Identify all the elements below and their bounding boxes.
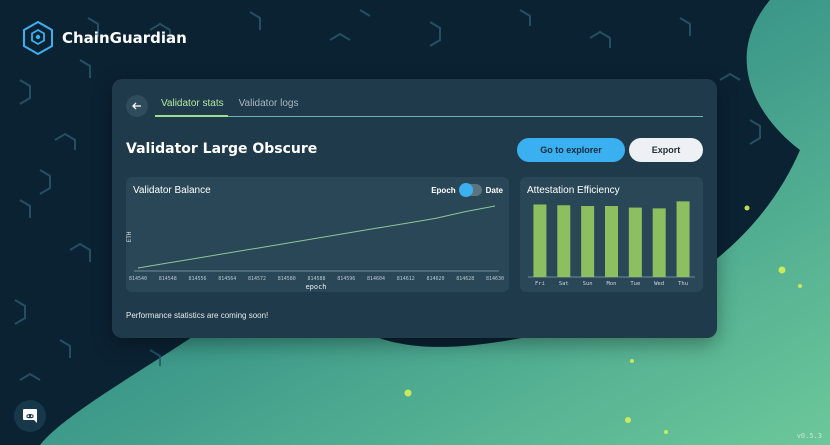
export-button[interactable]: Export xyxy=(629,138,703,162)
attestation-x-tick-label: Wed xyxy=(654,281,664,287)
balance-chart: ETH epoch 814540 814548 814556 814564 814572 81… xyxy=(126,205,504,291)
active-tab-indicator xyxy=(155,115,228,117)
page-title: Validator Large Obscure xyxy=(126,141,318,157)
attestation-x-tick-label: Tue xyxy=(630,281,640,287)
balance-x-tick-label: 814564 xyxy=(218,276,236,282)
balance-x-tick-label: 814540 xyxy=(129,276,147,282)
attestation-bar xyxy=(557,205,571,277)
balance-x-tick-label: 814604 xyxy=(367,276,385,282)
discord-icon xyxy=(23,409,37,423)
balance-series-line xyxy=(137,205,496,269)
app-title: ChainGuardian xyxy=(62,29,187,47)
balance-x-tick-label: 814580 xyxy=(278,276,296,282)
balance-x-tick-label: 814548 xyxy=(159,276,177,282)
attestation-x-tick-label: Sat xyxy=(559,281,569,287)
coming-soon-note: Performance statistics are coming soon! xyxy=(126,311,269,320)
attestation-efficiency-panel: Attestation Efficiency Fri Sat Sun Mon Tue We… xyxy=(520,177,703,292)
validator-balance-panel: Validator Balance Epoch Date ETH epoch 814… xyxy=(126,177,509,292)
balance-x-tick-label: 814556 xyxy=(188,276,206,282)
app-logo: ChainGuardian xyxy=(22,21,187,55)
balance-x-tick-label: 814588 xyxy=(307,276,325,282)
discord-button[interactable] xyxy=(14,400,46,432)
tab-bar: Validator stats Validator logs xyxy=(161,98,298,116)
tabs-divider xyxy=(155,116,703,117)
attestation-bar xyxy=(652,208,666,277)
attestation-x-tick-label: Fri xyxy=(535,281,545,287)
attestation-bar xyxy=(533,204,547,277)
tab-validator-stats[interactable]: Validator stats xyxy=(161,98,224,116)
attestation-bar xyxy=(605,206,618,277)
go-to-explorer-button[interactable]: Go to explorer xyxy=(517,138,625,162)
balance-x-tick-label: 814596 xyxy=(337,276,355,282)
balance-x-tick-label: 814620 xyxy=(426,276,444,282)
attestation-x-tick-label: Mon xyxy=(607,281,617,287)
balance-x-axis-label: epoch xyxy=(305,283,326,291)
chainguardian-logo-icon xyxy=(23,21,53,55)
attestation-x-tick-label: Thu xyxy=(678,281,688,287)
balance-x-tick-label: 814572 xyxy=(248,276,266,282)
attestation-bar xyxy=(676,201,690,277)
tab-validator-logs[interactable]: Validator logs xyxy=(239,98,299,116)
app-version: v0.5.3 xyxy=(796,432,822,440)
attestation-x-tick-label: Sun xyxy=(583,281,593,287)
balance-x-tick-label: 814628 xyxy=(456,276,474,282)
attestation-bar xyxy=(628,207,642,277)
arrow-left-icon xyxy=(132,102,141,110)
validator-card: Validator stats Validator logs Validator… xyxy=(112,79,717,338)
attestation-bar xyxy=(581,206,595,277)
back-button[interactable] xyxy=(126,95,148,117)
attestation-chart: Fri Sat Sun Mon Tue Wed Thu xyxy=(528,201,695,287)
balance-x-tick-label: 814630 xyxy=(486,276,504,282)
balance-y-axis-label: ETH xyxy=(126,231,133,242)
balance-x-tick-label: 814612 xyxy=(397,276,415,282)
